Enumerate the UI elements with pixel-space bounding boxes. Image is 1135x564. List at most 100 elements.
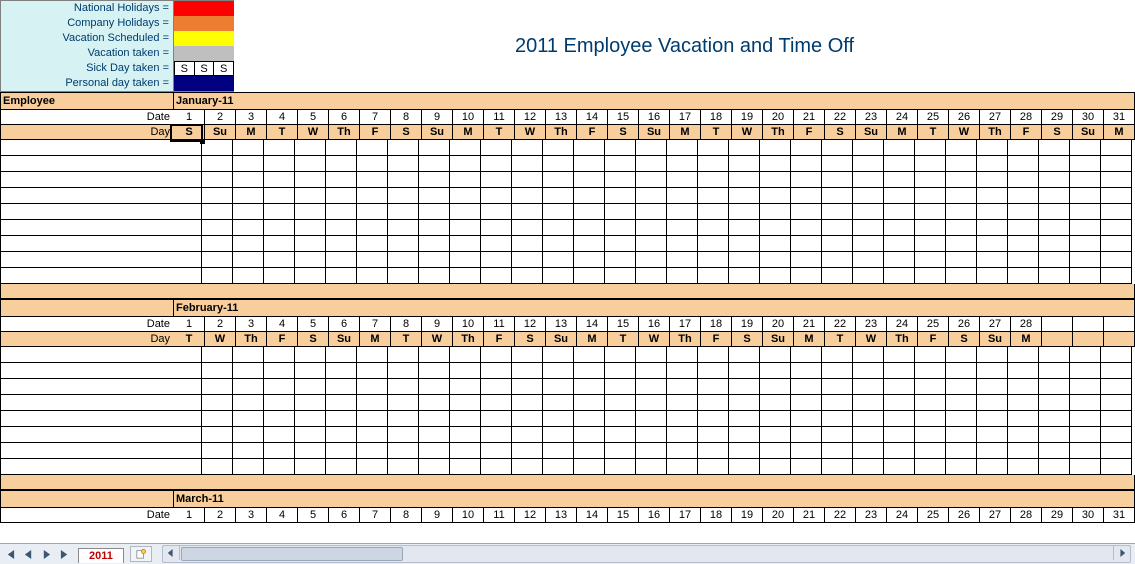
day-cell[interactable] (977, 363, 1008, 379)
day-cell[interactable] (822, 443, 853, 459)
date-cell[interactable]: 9 (422, 317, 453, 332)
weekday-cell[interactable] (1104, 332, 1135, 347)
employee-name-cell[interactable] (0, 427, 171, 443)
day-cell[interactable] (512, 220, 543, 236)
day-cell[interactable] (512, 427, 543, 443)
date-cell[interactable]: 6 (329, 110, 360, 125)
date-cell[interactable] (1073, 317, 1104, 332)
date-cell[interactable]: 21 (794, 508, 825, 523)
weekday-cell[interactable]: W (298, 125, 329, 140)
day-cell[interactable] (450, 379, 481, 395)
day-cell[interactable] (791, 443, 822, 459)
weekday-cell[interactable]: S (515, 332, 546, 347)
weekday-cell[interactable]: F (1011, 125, 1042, 140)
day-cell[interactable] (357, 363, 388, 379)
day-cell[interactable] (512, 204, 543, 220)
day-cell[interactable] (1101, 156, 1132, 172)
day-cell[interactable] (853, 252, 884, 268)
day-cell[interactable] (729, 347, 760, 363)
date-cell[interactable]: 23 (856, 317, 887, 332)
date-cell[interactable]: 29 (1042, 508, 1073, 523)
day-cell[interactable] (233, 411, 264, 427)
day-cell[interactable] (1008, 379, 1039, 395)
day-cell[interactable] (1101, 379, 1132, 395)
day-cell[interactable] (419, 459, 450, 475)
day-cell[interactable] (977, 188, 1008, 204)
day-cell[interactable] (264, 379, 295, 395)
day-cell[interactable] (326, 347, 357, 363)
date-cell[interactable]: 1 (174, 110, 205, 125)
employee-name-cell[interactable] (0, 252, 171, 268)
day-cell[interactable] (1070, 427, 1101, 443)
day-cell[interactable] (202, 443, 233, 459)
employee-row[interactable] (0, 220, 1135, 236)
day-cell[interactable] (946, 379, 977, 395)
scroll-thumb[interactable] (181, 547, 403, 561)
day-cell[interactable] (574, 252, 605, 268)
day-cell[interactable] (636, 459, 667, 475)
day-cell[interactable] (853, 395, 884, 411)
day-cell[interactable] (1070, 411, 1101, 427)
day-cell[interactable] (605, 411, 636, 427)
day-cell[interactable] (202, 363, 233, 379)
day-cell[interactable] (915, 427, 946, 443)
weekday-cell[interactable]: S (391, 125, 422, 140)
day-cell[interactable] (977, 204, 1008, 220)
tab-nav-next[interactable] (38, 546, 54, 562)
day-cell[interactable] (915, 172, 946, 188)
day-cell[interactable] (357, 459, 388, 475)
day-cell[interactable] (419, 188, 450, 204)
employee-name-cell[interactable] (0, 140, 171, 156)
day-cell[interactable] (915, 459, 946, 475)
employee-name-cell[interactable] (0, 395, 171, 411)
day-cell[interactable] (264, 443, 295, 459)
day-cell[interactable] (264, 172, 295, 188)
day-cell[interactable] (822, 204, 853, 220)
day-cell[interactable] (605, 363, 636, 379)
day-cell[interactable] (1008, 363, 1039, 379)
day-cell[interactable] (233, 268, 264, 284)
day-cell[interactable] (450, 156, 481, 172)
day-cell[interactable] (1039, 395, 1070, 411)
day-cell[interactable] (295, 347, 326, 363)
day-cell[interactable] (202, 395, 233, 411)
day-cell[interactable] (512, 459, 543, 475)
day-cell[interactable] (636, 236, 667, 252)
weekday-cell[interactable]: F (484, 332, 515, 347)
day-cell[interactable] (667, 427, 698, 443)
day-cell[interactable] (636, 411, 667, 427)
day-cell[interactable] (915, 395, 946, 411)
date-cell[interactable]: 5 (298, 110, 329, 125)
day-cell[interactable] (1039, 204, 1070, 220)
day-cell[interactable] (760, 188, 791, 204)
day-cell[interactable] (605, 236, 636, 252)
day-cell[interactable] (791, 220, 822, 236)
day-cell[interactable] (977, 379, 1008, 395)
weekday-cell[interactable]: W (949, 125, 980, 140)
day-cell[interactable] (388, 268, 419, 284)
day-cell[interactable] (419, 427, 450, 443)
day-cell[interactable] (1039, 140, 1070, 156)
day-cell[interactable] (419, 156, 450, 172)
date-cell[interactable]: 25 (918, 508, 949, 523)
day-cell[interactable] (543, 252, 574, 268)
day-cell[interactable] (884, 395, 915, 411)
day-cell[interactable] (822, 379, 853, 395)
employee-row[interactable] (0, 427, 1135, 443)
weekday-cell[interactable]: M (236, 125, 267, 140)
day-cell[interactable] (729, 427, 760, 443)
day-cell[interactable] (264, 204, 295, 220)
day-cell[interactable] (884, 188, 915, 204)
day-cell[interactable] (512, 188, 543, 204)
day-cell[interactable] (481, 427, 512, 443)
weekday-cell[interactable]: Th (763, 125, 794, 140)
day-cell[interactable] (946, 443, 977, 459)
day-cell[interactable] (450, 252, 481, 268)
date-cell[interactable]: 25 (918, 317, 949, 332)
day-cell[interactable] (760, 395, 791, 411)
day-cell[interactable] (1101, 188, 1132, 204)
day-cell[interactable] (326, 379, 357, 395)
day-cell[interactable] (605, 268, 636, 284)
date-cell[interactable]: 1 (174, 508, 205, 523)
day-cell[interactable] (915, 268, 946, 284)
